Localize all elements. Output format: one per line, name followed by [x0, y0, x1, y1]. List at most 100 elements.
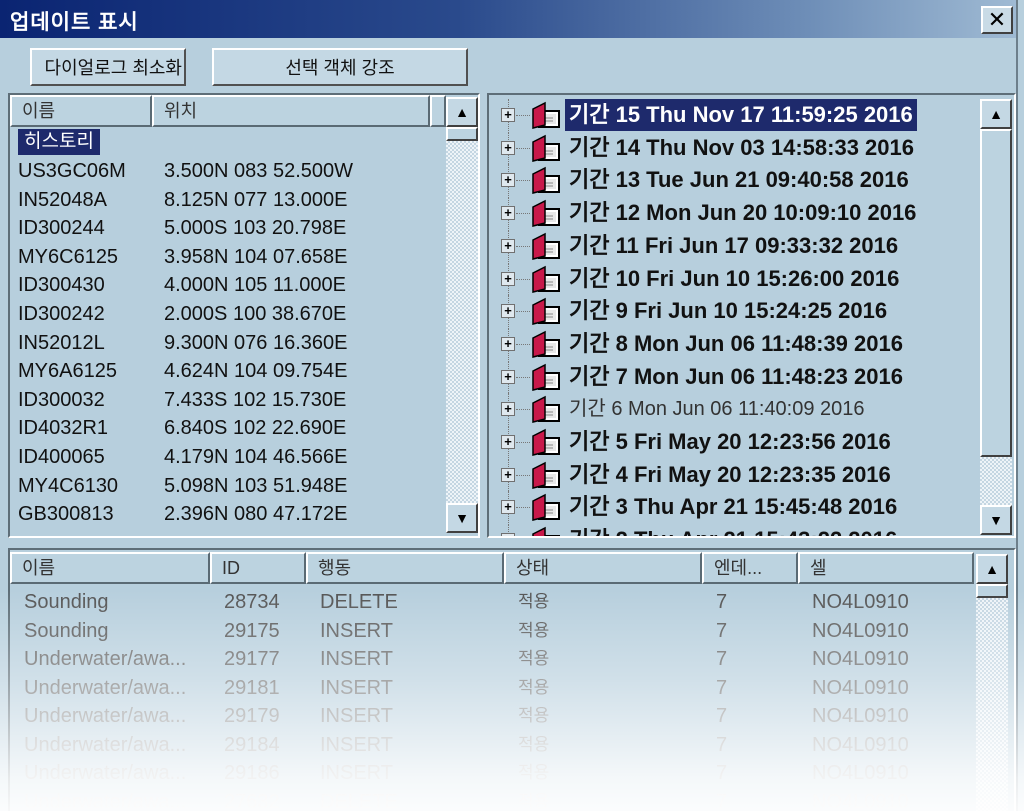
cell-action: INSERT — [320, 648, 393, 670]
highlight-selected-button[interactable]: 선택 객체 강조 — [212, 48, 468, 86]
book-icon — [531, 363, 561, 391]
tree-scrollbar-track[interactable] — [980, 457, 1012, 505]
expand-icon[interactable]: + — [501, 271, 515, 286]
cell-name: Underwater/awa... — [24, 733, 187, 756]
cell-edition: 7 — [716, 762, 728, 784]
cell-cell: NO4L0910 — [812, 762, 909, 784]
cell-id: 29175 — [224, 619, 280, 642]
arrow-down-icon: ▼ — [455, 510, 469, 526]
cell-edition: 7 — [716, 733, 728, 756]
period-tree-panel: + 기간 15 Thu Nov 17 11:59:25 2016 + 기간 14 Th… — [487, 93, 1016, 538]
tree-scrollbar-thumb[interactable] — [980, 129, 1012, 457]
expand-icon[interactable]: + — [501, 435, 515, 449]
cell-status: 적용 — [518, 734, 550, 754]
column-header-name-label: 이름 — [22, 101, 56, 121]
cell-name: MY4C6130 — [18, 474, 119, 497]
column-header-position[interactable]: 위치 — [152, 95, 430, 127]
cell-cell: NO4L0910 — [812, 676, 909, 699]
tree-connector — [516, 180, 530, 182]
table-scroll-up-button[interactable]: ▲ — [976, 554, 1008, 584]
expand-icon[interactable]: + — [501, 402, 515, 417]
column-header-cell[interactable]: 셀 — [798, 552, 974, 584]
column-header-position-label: 위치 — [164, 101, 198, 121]
minimize-dialog-button[interactable]: 다이얼로그 최소화 — [30, 48, 186, 86]
cell-status: 적용 — [518, 706, 550, 725]
column-header-status[interactable]: 상태 — [504, 552, 702, 584]
expand-icon[interactable]: + — [501, 369, 515, 384]
cell-action: INSERT — [320, 733, 393, 756]
cell-id: 29177 — [224, 648, 280, 670]
book-icon — [531, 199, 561, 228]
cell-edition: 7 — [716, 648, 728, 670]
expand-icon[interactable]: + — [501, 108, 515, 122]
cell-position: 2.396N 080 47.172E — [164, 503, 348, 526]
tree-connector — [516, 474, 530, 476]
cell-name: Underwater/awa... — [24, 762, 187, 784]
close-button[interactable]: ✕ — [981, 6, 1013, 34]
book-icon — [531, 265, 561, 293]
expand-icon[interactable]: + — [501, 206, 515, 221]
period-label: 기간 6 Mon Jun 06 11:40:09 2016 — [569, 398, 865, 421]
column-header-label: 상태 — [516, 558, 550, 578]
cell-list-panel: 이름 위치 히스토리 US3GC06M 3.500N 083 52.500W IN5… — [8, 93, 480, 538]
column-header-label: 이름 — [22, 558, 56, 578]
table-scrollbar-thumb[interactable] — [976, 584, 1008, 598]
minimize-dialog-label: 다이얼로그 최소화 — [44, 58, 182, 78]
cell-name: MY6C6125 — [18, 245, 119, 268]
cell-id: 29186 — [224, 762, 280, 784]
cell-edition: 7 — [716, 619, 728, 642]
expand-icon[interactable]: + — [501, 140, 515, 155]
cell-action: DELETE — [320, 591, 398, 613]
expand-icon[interactable]: + — [501, 500, 515, 515]
tree-connector — [516, 213, 530, 215]
cell-position: 9.300N 076 16.360E — [164, 331, 348, 354]
cell-status: 적용 — [518, 677, 550, 697]
column-header-action[interactable]: 행동 — [306, 552, 504, 584]
expand-icon[interactable]: + — [501, 533, 515, 536]
tree-scroll-up-button[interactable]: ▲ — [980, 99, 1012, 129]
close-icon: ✕ — [987, 7, 1007, 32]
expand-icon[interactable]: + — [501, 173, 515, 188]
tree-connector — [516, 409, 530, 411]
column-header-name[interactable]: 이름 — [10, 95, 152, 127]
cell-name: IN52012L — [18, 331, 105, 354]
expand-icon[interactable]: + — [501, 336, 515, 351]
cell-name: Underwater/awa... — [24, 705, 187, 727]
scroll-up-button[interactable]: ▲ — [446, 97, 478, 127]
cell-id: 29184 — [224, 733, 280, 756]
cell-name: US3GC06M — [18, 160, 126, 182]
tree-connector — [516, 507, 530, 509]
cell-edition: 7 — [716, 790, 728, 811]
tree-scroll-down-button[interactable]: ▼ — [980, 505, 1012, 535]
cell-name: ID300430 — [18, 274, 105, 297]
book-icon — [531, 232, 561, 260]
cell-edition: 7 — [716, 591, 728, 613]
cell-cell: NO4L0910 — [812, 733, 909, 756]
scrollbar-track[interactable] — [446, 141, 478, 503]
expand-icon[interactable]: + — [501, 467, 515, 482]
column-header-id[interactable]: ID — [210, 552, 306, 584]
cell-status: 적용 — [518, 620, 550, 640]
period-label: 기간 3 Thu Apr 21 15:45:48 2016 — [569, 494, 898, 520]
cell-position: 4.000N 105 11.000E — [164, 274, 347, 297]
expand-icon[interactable]: + — [501, 238, 515, 253]
expand-icon[interactable]: + — [501, 304, 515, 319]
history-group-item[interactable]: 히스토리 — [18, 129, 100, 155]
period-label: 기간 4 Fri May 20 12:23:35 2016 — [569, 461, 891, 487]
cell-cell: NO4L0910 — [812, 648, 909, 670]
book-icon — [531, 134, 561, 162]
tree-connector — [516, 311, 530, 313]
tree-connector — [516, 147, 530, 149]
period-label: 기간 14 Thu Nov 03 14:58:33 2016 — [569, 134, 914, 160]
column-header-name[interactable]: 이름 — [10, 552, 210, 584]
scroll-down-button[interactable]: ▼ — [446, 503, 478, 533]
column-header-edition[interactable]: 엔데... — [702, 552, 798, 584]
cell-name: Underwater/awa... — [24, 648, 187, 670]
history-group-label: 히스토리 — [24, 131, 94, 152]
cell-position: 7.433S 102 15.730E — [164, 388, 347, 411]
scrollbar-thumb[interactable] — [446, 127, 478, 141]
table-scrollbar-track[interactable] — [976, 598, 1008, 811]
cell-status: 적용 — [518, 791, 550, 811]
tree-connector — [516, 442, 530, 443]
cell-id: 27632 — [224, 790, 280, 811]
